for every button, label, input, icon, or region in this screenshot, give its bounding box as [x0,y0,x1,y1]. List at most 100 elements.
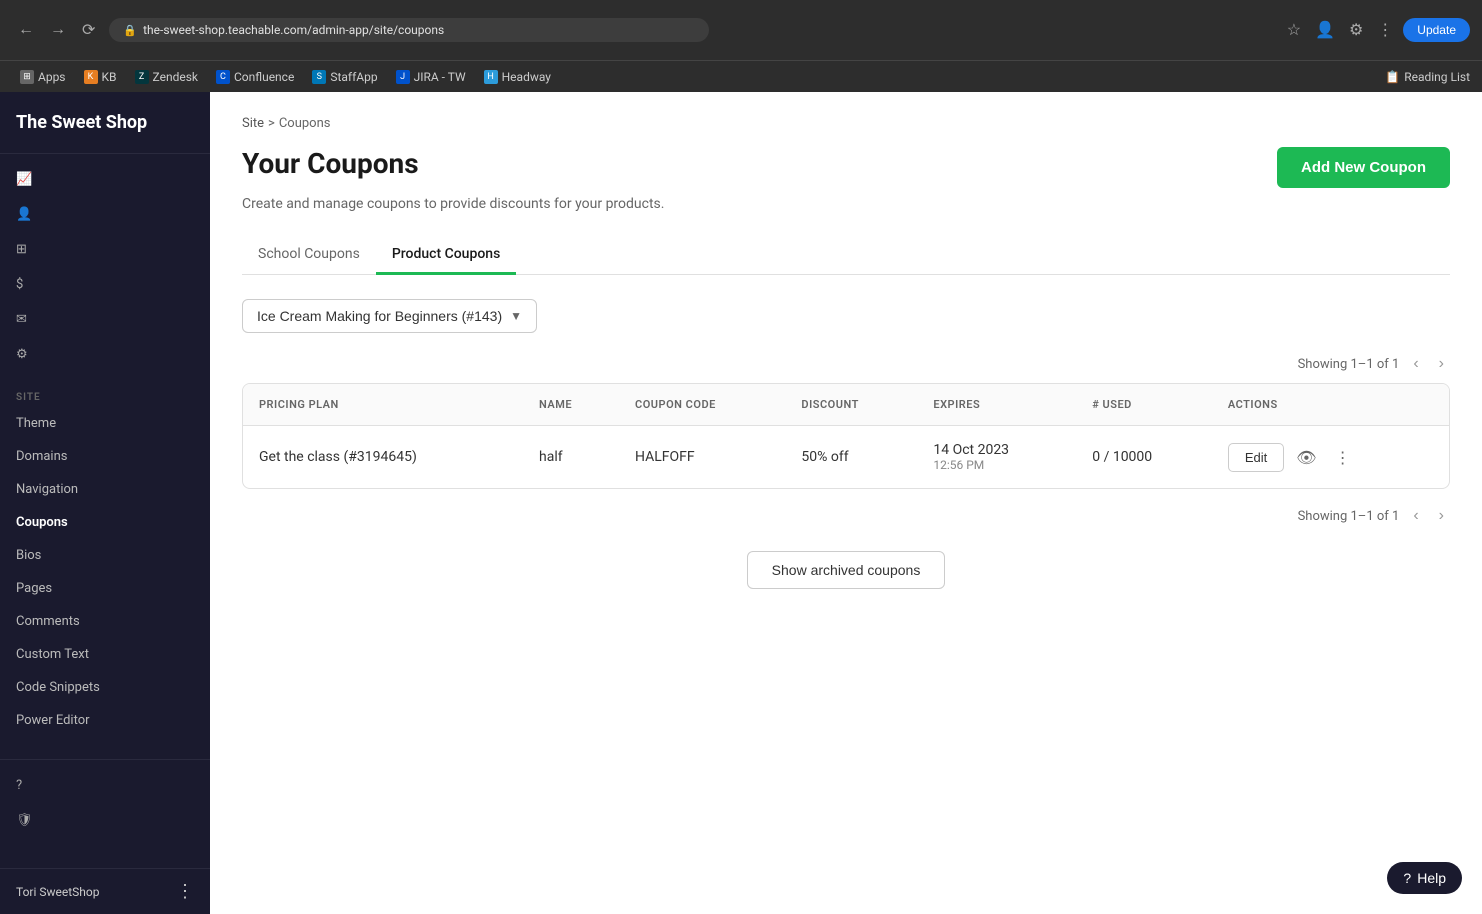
sidebar-item-domains[interactable]: Domains [0,440,210,473]
analytics-icon: 📈 [16,172,32,187]
sidebar-item-code-snippets[interactable]: Code Snippets [0,671,210,704]
sidebar-icon-dollar[interactable]: $ [0,267,210,302]
browser-right-buttons: ☆ 👤 ⚙ ⋮ Update [1283,16,1470,44]
app-layout: The Sweet Shop 📈 👤 ⊞ $ ✉ ⚙ SITE T [0,92,1482,914]
page-title-group: Your Coupons [242,147,419,180]
forward-button[interactable]: → [44,16,72,44]
sidebar-icon-shield[interactable]: 🛡 [0,803,210,838]
tab-product-coupons[interactable]: Product Coupons [376,236,516,275]
help-circle-icon: ? [1403,870,1411,886]
col-used: # USED [1076,384,1212,426]
sidebar-icon-mail[interactable]: ✉ [0,302,210,337]
bookmark-staffapp[interactable]: S StaffApp [304,67,385,87]
dashboard-icon: ⊞ [16,242,27,257]
pagination-bottom: Showing 1–1 of 1 ‹ › [242,505,1450,527]
view-icon[interactable]: 👁 [1290,444,1322,471]
page-title: Your Coupons [242,147,419,180]
cell-discount: 50% off [785,426,917,489]
bookmarks-bar: ⊞ Apps K KB Z Zendesk C Confluence S Sta… [0,60,1482,92]
filter-dropdown-value: Ice Cream Making for Beginners (#143) [257,308,502,324]
col-coupon-code: COUPON CODE [619,384,785,426]
mail-icon: ✉ [16,312,27,327]
sidebar-brand: The Sweet Shop [0,92,210,154]
bookmark-jira[interactable]: J JIRA - TW [388,67,474,87]
bookmark-kb-label: KB [102,70,117,84]
reading-list[interactable]: 📋 Reading List [1385,70,1470,84]
menu-button[interactable]: ⋮ [1373,16,1397,44]
breadcrumb-current: Coupons [279,116,331,131]
help-label: Help [1417,870,1446,886]
bookmark-confluence[interactable]: C Confluence [208,67,302,87]
bookmark-apps[interactable]: ⊞ Apps [12,67,74,87]
help-button-container: ? Help [1387,862,1462,894]
sidebar: The Sweet Shop 📈 👤 ⊞ $ ✉ ⚙ SITE T [0,92,210,914]
help-button[interactable]: ? Help [1387,862,1462,894]
bookmark-zendesk-label: Zendesk [153,70,198,84]
cell-actions: Edit 👁 ⋮ [1212,426,1449,489]
filter-dropdown-container: Ice Cream Making for Beginners (#143) ▼ [242,299,1450,333]
bookmark-headway[interactable]: H Headway [476,67,559,87]
sidebar-item-power-editor-label: Power Editor [16,713,90,728]
chevron-down-icon: ▼ [510,309,522,323]
update-button[interactable]: Update [1403,18,1470,42]
table-header: PRICING PLAN NAME COUPON CODE DISCOUNT E… [243,384,1449,426]
pagination-bottom-prev-button[interactable]: ‹ [1407,505,1424,527]
tab-school-coupons[interactable]: School Coupons [242,236,376,275]
edit-button[interactable]: Edit [1228,443,1284,472]
browser-chrome: ← → ⟳ 🔒 the-sweet-shop.teachable.com/adm… [0,0,1482,60]
sidebar-icon-help[interactable]: ? [0,768,210,803]
col-pricing-plan: PRICING PLAN [243,384,523,426]
profile-button[interactable]: 👤 [1311,16,1339,44]
dollar-icon: $ [16,277,23,292]
extensions-button[interactable]: ⚙ [1345,16,1367,44]
bookmark-staffapp-label: StaffApp [330,70,377,84]
address-bar[interactable]: 🔒 the-sweet-shop.teachable.com/admin-app… [109,18,709,42]
back-button[interactable]: ← [12,16,40,44]
sidebar-icon-analytics[interactable]: 📈 [0,162,210,197]
sidebar-item-theme-label: Theme [16,416,56,431]
bookmark-kb[interactable]: K KB [76,67,125,87]
kb-icon: K [84,70,98,84]
sidebar-icon-row: 📈 👤 ⊞ $ ✉ ⚙ [0,154,210,380]
sidebar-item-coupons[interactable]: Coupons [0,506,210,539]
sidebar-bottom-icons: ? 🛡 [0,759,210,846]
pagination-next-button[interactable]: › [1433,353,1450,375]
sidebar-footer: Tori SweetShop ⋮ [0,868,210,914]
page-header: Your Coupons Add New Coupon [242,147,1450,188]
pagination-bottom-showing: Showing 1–1 of 1 [1298,509,1400,524]
bookmark-jira-label: JIRA - TW [414,70,466,84]
bookmark-confluence-label: Confluence [234,70,294,84]
sidebar-item-domains-label: Domains [16,449,67,464]
main-content: Site > Coupons Your Coupons Add New Coup… [210,92,1482,914]
bookmark-zendesk[interactable]: Z Zendesk [127,67,206,87]
star-button[interactable]: ☆ [1283,16,1305,44]
sidebar-icon-users[interactable]: 👤 [0,197,210,232]
lock-icon: 🔒 [123,24,137,37]
show-archived-button[interactable]: Show archived coupons [747,551,946,589]
pagination-top: Showing 1–1 of 1 ‹ › [242,353,1450,375]
tabs: School Coupons Product Coupons [242,236,1450,275]
pagination-bottom-next-button[interactable]: › [1433,505,1450,527]
sidebar-item-custom-text[interactable]: Custom Text [0,638,210,671]
sidebar-icon-settings[interactable]: ⚙ [0,337,210,372]
sidebar-item-power-editor[interactable]: Power Editor [0,704,210,737]
sidebar-icon-dashboard[interactable]: ⊞ [0,232,210,267]
sidebar-item-bios-label: Bios [16,548,41,563]
sidebar-item-navigation[interactable]: Navigation [0,473,210,506]
col-name: NAME [523,384,619,426]
pagination-prev-button[interactable]: ‹ [1407,353,1424,375]
reading-list-icon: 📋 [1385,70,1400,84]
sidebar-item-pages[interactable]: Pages [0,572,210,605]
add-coupon-button[interactable]: Add New Coupon [1277,147,1450,188]
sidebar-item-theme[interactable]: Theme [0,407,210,440]
sidebar-more-button[interactable]: ⋮ [176,881,194,902]
filter-dropdown[interactable]: Ice Cream Making for Beginners (#143) ▼ [242,299,537,333]
col-actions: ACTIONS [1212,384,1449,426]
more-actions-icon[interactable]: ⋮ [1329,444,1357,471]
breadcrumb-site[interactable]: Site [242,116,264,131]
sidebar-item-comments[interactable]: Comments [0,605,210,638]
sidebar-item-bios[interactable]: Bios [0,539,210,572]
table-row: Get the class (#3194645) half HALFOFF 50… [243,426,1449,489]
cell-expires-time: 12:56 PM [933,458,1060,472]
refresh-button[interactable]: ⟳ [76,16,101,44]
